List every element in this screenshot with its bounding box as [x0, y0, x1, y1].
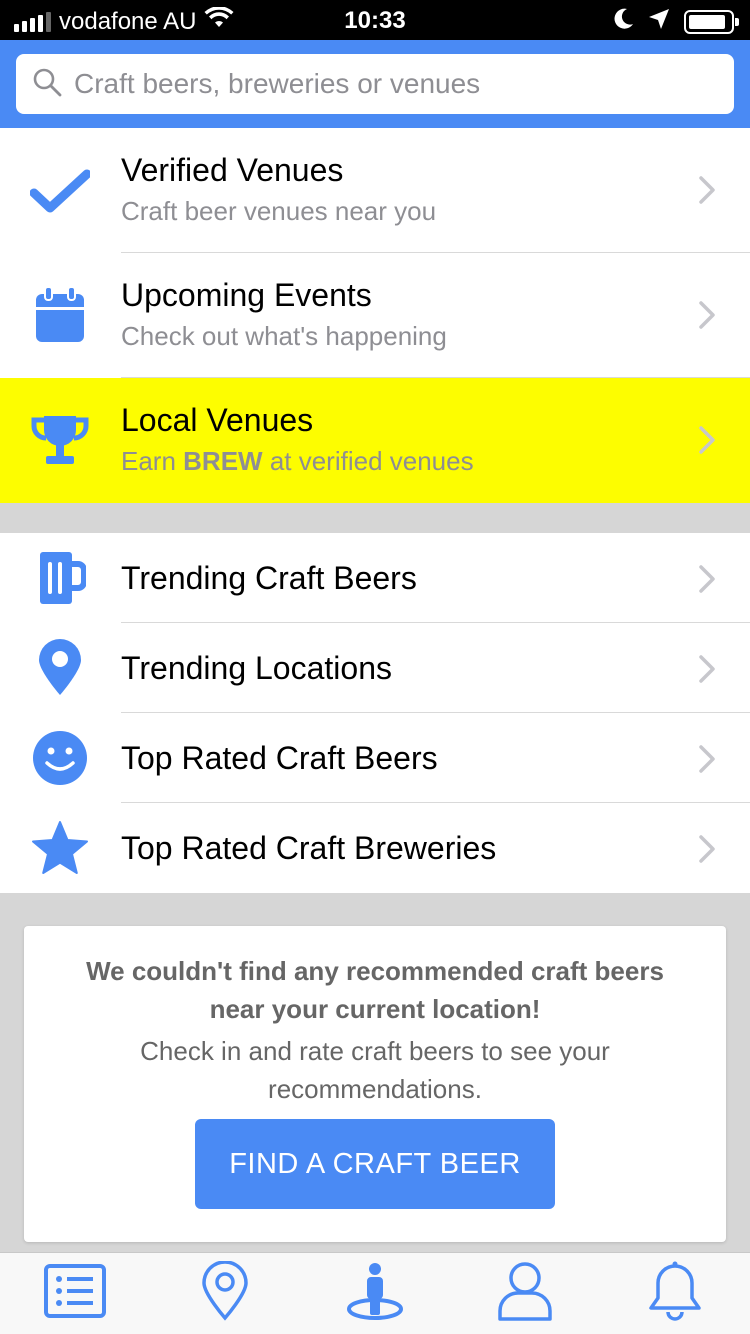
chevron-right-icon — [698, 425, 716, 460]
menu-item-top-rated-craft-beers[interactable]: Top Rated Craft Beers — [0, 713, 750, 803]
menu-item-title: Verified Venues — [121, 152, 344, 188]
map-pin-icon — [30, 638, 90, 698]
menu-item-title: Upcoming Events — [121, 277, 372, 313]
checkmark-icon — [30, 160, 90, 220]
recommendation-body: Check in and rate craft beers to see you… — [140, 1036, 610, 1104]
profile-icon — [497, 1261, 553, 1326]
subtitle-text: Earn — [121, 446, 184, 476]
tab-profile[interactable] — [485, 1259, 565, 1329]
chevron-right-icon — [698, 744, 716, 779]
chevron-right-icon — [698, 175, 716, 210]
status-bar: vodafone AU 10:33 — [0, 0, 750, 40]
star-icon — [30, 818, 90, 878]
tab-notifications[interactable] — [635, 1259, 715, 1329]
primary-menu: Verified Venues Craft beer venues near y… — [0, 128, 750, 503]
menu-item-subtitle: Craft beer venues near you — [121, 196, 437, 226]
menu-item-title: Trending Locations — [121, 650, 392, 686]
tab-bar — [0, 1252, 750, 1334]
menu-item-top-rated-craft-breweries[interactable]: Top Rated Craft Breweries — [0, 803, 750, 893]
menu-item-subtitle: Check out what's happening — [121, 321, 447, 351]
moon-icon — [614, 8, 634, 35]
tab-checkin[interactable] — [335, 1259, 415, 1329]
search-header — [0, 40, 750, 128]
search-input[interactable] — [74, 68, 714, 100]
subtitle-text: at verified venues — [262, 446, 474, 476]
calendar-icon — [30, 285, 90, 345]
menu-item-trending-locations[interactable]: Trending Locations — [0, 623, 750, 713]
menu-item-upcoming-events[interactable]: Upcoming Events Check out what's happeni… — [0, 253, 750, 378]
menu-item-title: Top Rated Craft Beers — [121, 740, 438, 776]
beer-mug-icon — [30, 548, 90, 608]
trophy-icon — [30, 410, 90, 470]
chevron-right-icon — [698, 564, 716, 599]
menu-item-trending-craft-beers[interactable]: Trending Craft Beers — [0, 533, 750, 623]
smiley-icon — [30, 728, 90, 788]
menu-item-subtitle: Earn BREW at verified venues — [121, 446, 474, 477]
brew-token-label: BREW — [183, 446, 263, 476]
menu-item-title: Local Venues — [121, 402, 314, 438]
search-bar[interactable] — [16, 54, 734, 114]
search-icon — [32, 67, 62, 102]
menu-item-title: Trending Craft Beers — [121, 560, 417, 596]
location-arrow-icon — [648, 8, 670, 35]
recommendation-heading: We couldn't find any recommended craft b… — [86, 956, 664, 1024]
bell-icon — [648, 1260, 702, 1327]
menu-item-title: Top Rated Craft Breweries — [121, 830, 497, 866]
chevron-right-icon — [698, 654, 716, 689]
list-icon — [44, 1264, 106, 1323]
battery-icon — [684, 9, 739, 34]
chevron-right-icon — [698, 300, 716, 335]
location-pin-icon — [201, 1260, 249, 1326]
person-checkin-icon — [345, 1261, 405, 1326]
tab-feed[interactable] — [35, 1259, 115, 1329]
find-craft-beer-button[interactable]: FIND A CRAFT BEER — [195, 1119, 555, 1209]
menu-item-local-venues[interactable]: Local Venues Earn BREW at verified venue… — [0, 378, 750, 503]
recommendation-card: We couldn't find any recommended craft b… — [24, 926, 726, 1242]
menu-item-verified-venues[interactable]: Verified Venues Craft beer venues near y… — [0, 128, 750, 253]
tab-locations[interactable] — [185, 1259, 265, 1329]
secondary-menu: Trending Craft Beers Trending Locations … — [0, 533, 750, 893]
chevron-right-icon — [698, 834, 716, 869]
